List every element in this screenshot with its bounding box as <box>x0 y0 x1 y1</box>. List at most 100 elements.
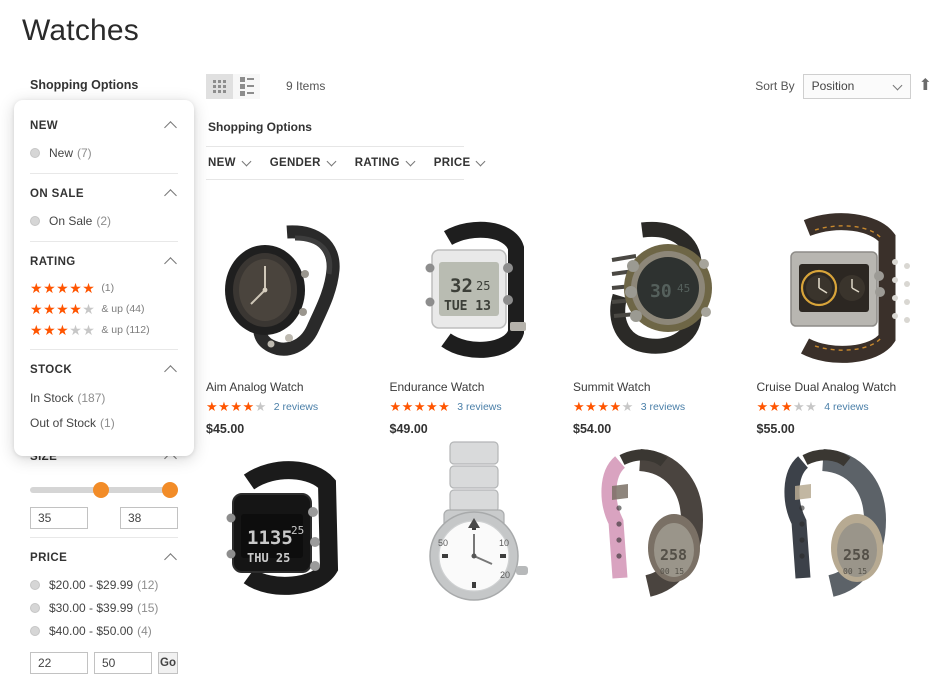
svg-text:32: 32 <box>450 275 473 297</box>
filter-option[interactable]: $20.00 - $29.99 (12) <box>30 574 178 597</box>
radio-icon[interactable] <box>30 580 40 590</box>
svg-text:50: 50 <box>438 538 448 548</box>
filter-title[interactable]: RATING <box>30 252 178 278</box>
chevron-down-icon <box>475 156 486 167</box>
filter-option[interactable]: Out of Stock (1) <box>30 411 178 436</box>
filter-title[interactable]: STOCK <box>30 360 178 386</box>
sort-direction-button[interactable]: ⬆ <box>919 78 932 94</box>
horizontal-filter-rating[interactable]: RATING <box>354 156 416 169</box>
filter-block-new: NEW New (7) <box>30 106 178 173</box>
radio-icon[interactable] <box>30 148 40 158</box>
chevron-up-icon <box>164 365 177 378</box>
product-image[interactable]: 258 00 15 <box>573 436 749 608</box>
rating-filter-option[interactable]: ★★★★★ (1) <box>30 278 178 299</box>
size-max-input[interactable] <box>120 507 178 529</box>
horizontal-filter-bar: NEW GENDER RATING PRICE <box>206 146 486 180</box>
svg-text:20: 20 <box>500 570 510 580</box>
rating-filter-text: & up (112) <box>101 324 150 336</box>
product-image[interactable]: 30 45 <box>573 202 749 374</box>
radio-icon[interactable] <box>30 603 40 613</box>
svg-text:TUE 13: TUE 13 <box>444 299 491 314</box>
product-image[interactable]: 32 25 TUE 13 <box>389 202 565 374</box>
product-image[interactable]: 258 00 15 <box>756 436 932 608</box>
star-rating-icon: ★★★★★ <box>206 399 267 414</box>
size-min-input[interactable] <box>30 507 88 529</box>
filter-title-label: ON SALE <box>30 187 84 200</box>
product-reviews-link[interactable]: 3 reviews <box>457 401 501 413</box>
product-name[interactable]: Endurance Watch <box>390 380 566 394</box>
product-card[interactable]: 30 45 Summit Watch ★★★★★ 3 reviews $54.00 <box>573 202 749 436</box>
horizontal-filter-new[interactable]: NEW <box>208 156 252 169</box>
svg-text:00 15: 00 15 <box>660 567 684 576</box>
price-to-input[interactable] <box>94 652 152 674</box>
slider-handle-max[interactable] <box>162 482 178 498</box>
horizontal-filter-gender[interactable]: GENDER <box>269 156 337 169</box>
filter-title[interactable]: NEW <box>30 116 178 142</box>
product-price: $49.00 <box>389 422 428 436</box>
svg-text:258: 258 <box>843 546 870 564</box>
product-card[interactable]: Cruise Dual Analog Watch ★★★★★ 4 reviews $5… <box>756 202 933 436</box>
filter-option[interactable]: $30.00 - $39.99 (15) <box>30 597 178 620</box>
filter-option[interactable]: New (7) <box>30 142 178 165</box>
list-view-button[interactable] <box>233 73 260 99</box>
price-go-button[interactable]: Go <box>158 652 178 674</box>
radio-icon[interactable] <box>30 216 40 226</box>
product-price: $55.00 <box>756 422 795 436</box>
slider-handle-min[interactable] <box>93 482 109 498</box>
product-image[interactable]: 1135 25 THU 25 <box>206 436 382 608</box>
filter-title-label: NEW <box>30 119 59 132</box>
rating-filter-option[interactable]: ★★★★★ & up (112) <box>30 320 178 341</box>
product-card[interactable]: 50 10 20 <box>389 436 565 608</box>
product-name[interactable]: Summit Watch <box>573 380 749 394</box>
svg-text:258: 258 <box>660 546 687 564</box>
svg-text:25: 25 <box>476 279 490 293</box>
filter-title-label: PRICE <box>30 551 68 564</box>
product-card[interactable]: 258 00 15 <box>573 436 749 608</box>
filter-option-count: (1) <box>100 416 115 430</box>
rating-filter-text: & up (44) <box>101 303 145 315</box>
sort-by-select[interactable]: Position <box>802 73 911 99</box>
filter-option[interactable]: On Sale (2) <box>30 210 178 233</box>
product-name[interactable]: Cruise Dual Analog Watch <box>757 380 933 394</box>
filter-block-on-sale: ON SALE On Sale (2) <box>30 173 178 241</box>
star-rating-icon: ★★★★★ <box>30 280 96 296</box>
filter-option-label: $30.00 - $39.99 <box>49 601 134 615</box>
horizontal-filter-label: GENDER <box>269 157 321 169</box>
chevron-down-icon <box>405 156 416 167</box>
price-from-input[interactable] <box>30 652 88 674</box>
filter-title[interactable]: ON SALE <box>30 184 178 210</box>
product-card[interactable]: 258 00 15 <box>756 436 932 608</box>
product-reviews-link[interactable]: 2 reviews <box>274 401 318 413</box>
horizontal-filter-label: RATING <box>354 157 400 169</box>
product-name[interactable]: Aim Analog Watch <box>206 380 382 394</box>
product-card[interactable]: 1135 25 THU 25 <box>206 436 382 608</box>
svg-text:THU 25: THU 25 <box>247 551 290 565</box>
rating-filter-option[interactable]: ★★★★★ & up (44) <box>30 299 178 320</box>
horizontal-filter-price[interactable]: PRICE <box>433 156 486 169</box>
horizontal-filter-label: PRICE <box>433 157 471 169</box>
product-image[interactable] <box>206 202 382 374</box>
product-rating: ★★★★★ 3 reviews <box>390 400 566 413</box>
filter-option[interactable]: $40.00 - $50.00 (4) <box>30 620 178 643</box>
size-slider[interactable] <box>30 479 178 501</box>
product-price: $45.00 <box>206 422 245 436</box>
product-reviews-link[interactable]: 3 reviews <box>641 401 685 413</box>
product-card[interactable]: Aim Analog Watch ★★★★★ 2 reviews $45.00 <box>206 202 382 436</box>
shopping-options-overlay-panel: NEW New (7) ON SALE On Sale (2) RATING ★★★★★ (1)… <box>14 100 194 456</box>
horizontal-filter-label: NEW <box>208 157 236 169</box>
filter-option-count: (7) <box>77 146 92 160</box>
filter-option[interactable]: In Stock (187) <box>30 386 178 411</box>
filter-option-count: (15) <box>137 601 159 615</box>
grid-view-icon <box>213 79 226 93</box>
chevron-up-icon <box>164 553 177 566</box>
filter-option-label: On Sale <box>49 214 93 228</box>
product-image[interactable]: 50 10 20 <box>389 436 565 608</box>
star-rating-icon: ★★★★★ <box>573 399 634 414</box>
product-image[interactable] <box>756 202 932 374</box>
product-card[interactable]: 32 25 TUE 13 Endurance Watch ★★★★★ 3 reviews $… <box>389 202 566 436</box>
radio-icon[interactable] <box>30 626 40 636</box>
grid-view-button[interactable] <box>206 73 233 99</box>
filter-title[interactable]: PRICE <box>30 548 178 574</box>
star-rating-icon: ★★★★★ <box>30 322 96 338</box>
product-reviews-link[interactable]: 4 reviews <box>824 401 868 413</box>
